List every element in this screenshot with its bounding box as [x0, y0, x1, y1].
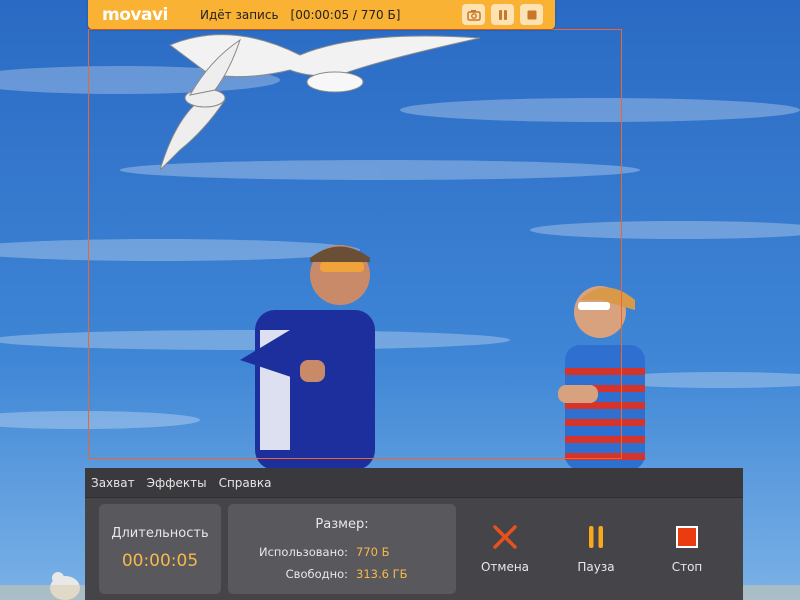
stop-button[interactable]: Стоп: [652, 524, 722, 574]
camera-icon: [466, 9, 481, 21]
pause-button[interactable]: Пауза: [561, 524, 631, 574]
duration-value: 00:00:05: [121, 551, 199, 571]
stop-icon: [675, 525, 699, 553]
pause-label: Пауза: [577, 560, 615, 574]
size-label: Размер:: [315, 517, 369, 532]
pause-icon: [497, 9, 509, 21]
close-icon: [492, 524, 518, 554]
recording-timer: [00:00:05 / 770 Б]: [290, 7, 401, 22]
size-card: Размер: Использовано: 770 Б Свободно: 31…: [228, 504, 456, 594]
cancel-label: Отмена: [480, 560, 530, 574]
pause-icon: [586, 524, 606, 554]
movavi-logo: movavi: [102, 4, 168, 25]
size-used-label: Использовано:: [258, 545, 348, 559]
menu-help[interactable]: Справка: [219, 476, 272, 490]
toolbar-stop-button[interactable]: [520, 4, 543, 25]
screenshot-button[interactable]: [462, 4, 485, 25]
menu-bar: Захват Эффекты Справка: [85, 468, 743, 498]
duration-label: Длительность: [111, 526, 209, 541]
menu-effects[interactable]: Эффекты: [147, 476, 207, 490]
cancel-button[interactable]: Отмена: [470, 524, 540, 574]
size-free-label: Свободно:: [285, 567, 348, 581]
recording-toolbar: movavi Идёт запись [00:00:05 / 770 Б]: [88, 0, 555, 29]
recording-status: Идёт запись: [200, 7, 279, 22]
toolbar-pause-button[interactable]: [491, 4, 514, 25]
menu-capture[interactable]: Захват: [91, 476, 135, 490]
stop-label: Стоп: [671, 560, 703, 574]
size-used-value: 770 Б: [356, 545, 390, 559]
duration-card: Длительность 00:00:05: [99, 504, 221, 594]
recorder-control-panel: Захват Эффекты Справка Длительность 00:0…: [85, 468, 743, 600]
size-free-value: 313.6 ГБ: [356, 567, 408, 581]
stop-icon: [526, 9, 538, 21]
